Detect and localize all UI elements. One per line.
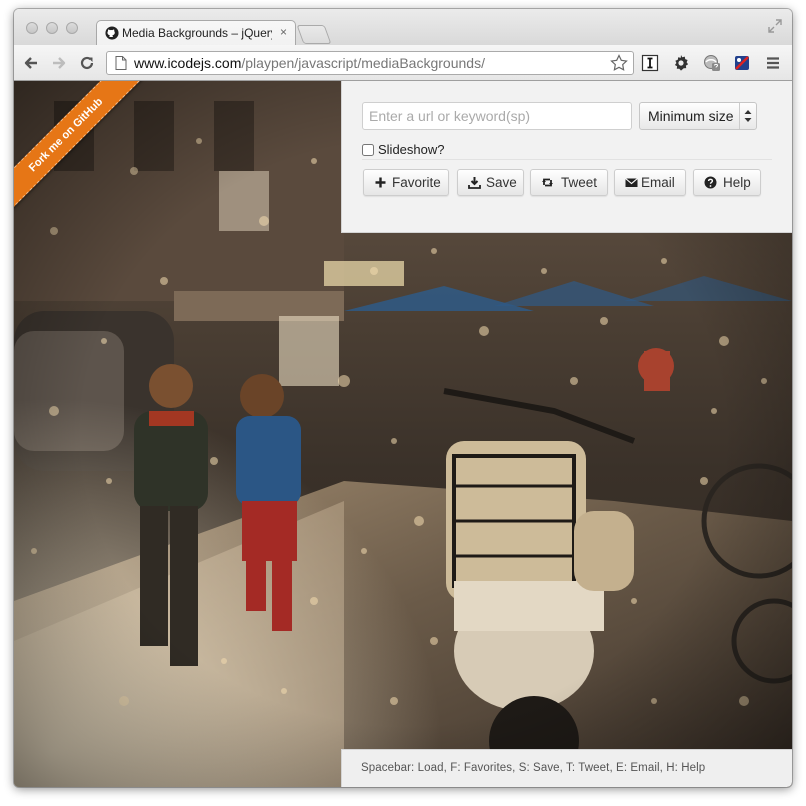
help-button[interactable]: Help xyxy=(693,169,761,196)
email-label: Email xyxy=(641,175,675,190)
envelope-icon xyxy=(625,178,638,187)
help-label: Help xyxy=(723,175,751,190)
search-input[interactable] xyxy=(362,102,632,130)
url-host: www.icodejs.com xyxy=(134,55,242,71)
url-path: /playpen/javascript/mediaBackgrounds/ xyxy=(241,55,485,71)
browser-toolbar: www.icodejs.com/playpen/javascript/media… xyxy=(14,45,792,81)
instapaper-icon[interactable] xyxy=(641,54,659,72)
zoom-window-button[interactable] xyxy=(66,22,78,34)
plus-icon xyxy=(375,177,386,188)
github-ribbon[interactable]: Fork me on GitHub xyxy=(14,81,163,230)
question-circle-icon xyxy=(704,176,717,189)
favorite-button[interactable]: Favorite xyxy=(363,169,449,196)
save-label: Save xyxy=(486,175,517,190)
browser-tab[interactable]: Media Backgrounds – jQuery × xyxy=(96,20,296,46)
favorite-label: Favorite xyxy=(392,175,441,190)
page-content: Fork me on GitHub Minimum size Slideshow… xyxy=(14,81,792,787)
download-icon xyxy=(468,177,481,189)
bookmark-star-icon[interactable] xyxy=(610,54,628,72)
tab-close-icon[interactable]: × xyxy=(280,25,287,39)
fork-me-ribbon[interactable]: Fork me on GitHub xyxy=(14,81,147,216)
select-value: Minimum size xyxy=(648,108,734,124)
slideshow-label: Slideshow? xyxy=(378,142,445,157)
reload-icon[interactable] xyxy=(78,54,96,72)
menu-icon[interactable] xyxy=(764,54,782,72)
select-arrows-icon xyxy=(739,103,752,129)
shortcuts-text: Spacebar: Load, F: Favorites, S: Save, T… xyxy=(361,762,706,774)
extension-icon[interactable] xyxy=(703,54,721,72)
url-text: www.icodejs.com/playpen/javascript/media… xyxy=(134,55,485,71)
tab-title: Media Backgrounds – jQuery xyxy=(122,26,272,40)
browser-window: Media Backgrounds – jQuery × www.icodejs… xyxy=(14,9,792,787)
tab-strip: Media Backgrounds – jQuery × xyxy=(14,9,792,46)
retweet-icon xyxy=(542,178,553,187)
save-button[interactable]: Save xyxy=(457,169,524,196)
slideshow-checkbox[interactable] xyxy=(362,144,374,156)
divider xyxy=(362,159,772,160)
extension-flag-icon[interactable] xyxy=(733,54,751,72)
back-icon[interactable] xyxy=(22,54,40,72)
forward-icon[interactable] xyxy=(50,54,68,72)
address-bar[interactable]: www.icodejs.com/playpen/javascript/media… xyxy=(106,51,634,75)
github-icon xyxy=(105,26,119,40)
new-tab-button[interactable] xyxy=(296,25,332,44)
settings-gear-icon[interactable] xyxy=(672,54,690,72)
fullscreen-icon[interactable] xyxy=(768,19,782,33)
email-button[interactable]: Email xyxy=(614,169,686,196)
minimum-size-select[interactable]: Minimum size xyxy=(639,102,757,130)
close-window-button[interactable] xyxy=(26,22,38,34)
page-icon xyxy=(115,56,127,70)
control-panel: Minimum size Slideshow? Favorite xyxy=(341,81,792,233)
minimize-window-button[interactable] xyxy=(46,22,58,34)
keyboard-shortcuts-bar: Spacebar: Load, F: Favorites, S: Save, T… xyxy=(341,749,792,787)
tweet-button[interactable]: Tweet xyxy=(530,169,608,196)
tweet-label: Tweet xyxy=(561,175,598,190)
